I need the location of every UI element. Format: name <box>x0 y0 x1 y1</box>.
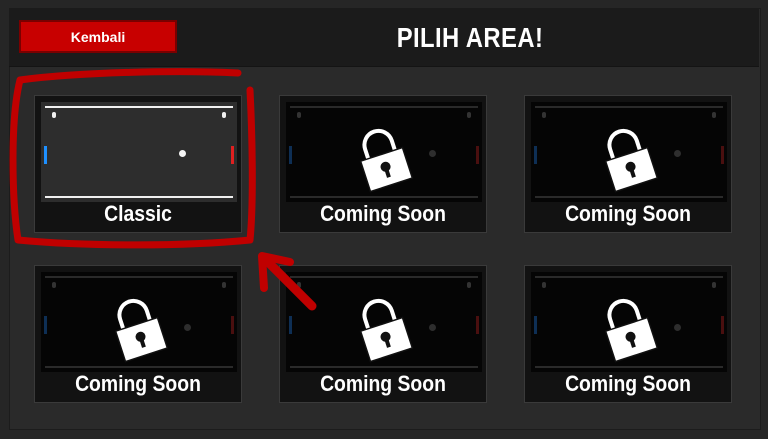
area-card-locked[interactable]: Coming Soon <box>524 95 732 233</box>
area-preview <box>286 102 482 202</box>
area-card-locked[interactable]: Coming Soon <box>524 265 732 403</box>
padlock-icon <box>114 298 169 363</box>
paddle-left <box>289 146 292 164</box>
padlock-icon <box>359 298 414 363</box>
score-right <box>467 282 471 288</box>
paddle-right <box>231 146 234 164</box>
area-label: Coming Soon <box>565 201 691 226</box>
area-card-locked[interactable]: Coming Soon <box>279 95 487 233</box>
page-title: PILIH AREA! <box>396 22 544 53</box>
court-top-line <box>290 106 478 108</box>
court-top-line <box>535 106 723 108</box>
ball <box>184 324 191 331</box>
paddle-right <box>231 316 234 334</box>
ball <box>674 150 681 157</box>
paddle-right <box>721 316 724 334</box>
area-label: Coming Soon <box>565 371 691 396</box>
court-top-line <box>535 276 723 278</box>
area-preview <box>41 272 237 372</box>
area-card-locked[interactable]: Coming Soon <box>279 265 487 403</box>
paddle-left <box>44 316 47 334</box>
score-left <box>52 112 56 118</box>
paddle-right <box>476 146 479 164</box>
score-left <box>297 112 301 118</box>
padlock-icon <box>604 298 659 363</box>
paddle-right <box>476 316 479 334</box>
paddle-left <box>534 316 537 334</box>
court-top-line <box>45 106 233 108</box>
score-right <box>467 112 471 118</box>
score-right <box>222 112 226 118</box>
paddle-left <box>289 316 292 334</box>
area-preview <box>531 102 727 202</box>
court-bottom-line <box>45 196 233 198</box>
ball <box>429 150 436 157</box>
ball <box>179 150 186 157</box>
paddle-right <box>721 146 724 164</box>
back-button[interactable]: Kembali <box>19 20 177 53</box>
padlock-icon <box>359 128 414 193</box>
padlock-icon <box>604 128 659 193</box>
area-preview <box>531 272 727 372</box>
ball <box>429 324 436 331</box>
ball <box>674 324 681 331</box>
score-right <box>222 282 226 288</box>
area-card-locked[interactable]: Coming Soon <box>34 265 242 403</box>
paddle-left <box>534 146 537 164</box>
area-preview <box>286 272 482 372</box>
score-left <box>542 112 546 118</box>
score-right <box>712 112 716 118</box>
court-bottom-line <box>290 366 478 368</box>
area-label: Classic <box>104 201 172 226</box>
court-top-line <box>45 276 233 278</box>
court-bottom-line <box>45 366 233 368</box>
score-left <box>542 282 546 288</box>
score-left <box>297 282 301 288</box>
court-bottom-line <box>535 366 723 368</box>
score-left <box>52 282 56 288</box>
court-top-line <box>290 276 478 278</box>
area-card-classic[interactable]: Classic <box>34 95 242 233</box>
court-bottom-line <box>535 196 723 198</box>
area-label: Coming Soon <box>320 201 446 226</box>
area-label: Coming Soon <box>75 371 201 396</box>
court-bottom-line <box>290 196 478 198</box>
area-preview <box>41 102 237 202</box>
area-label: Coming Soon <box>320 371 446 396</box>
score-right <box>712 282 716 288</box>
paddle-left <box>44 146 47 164</box>
